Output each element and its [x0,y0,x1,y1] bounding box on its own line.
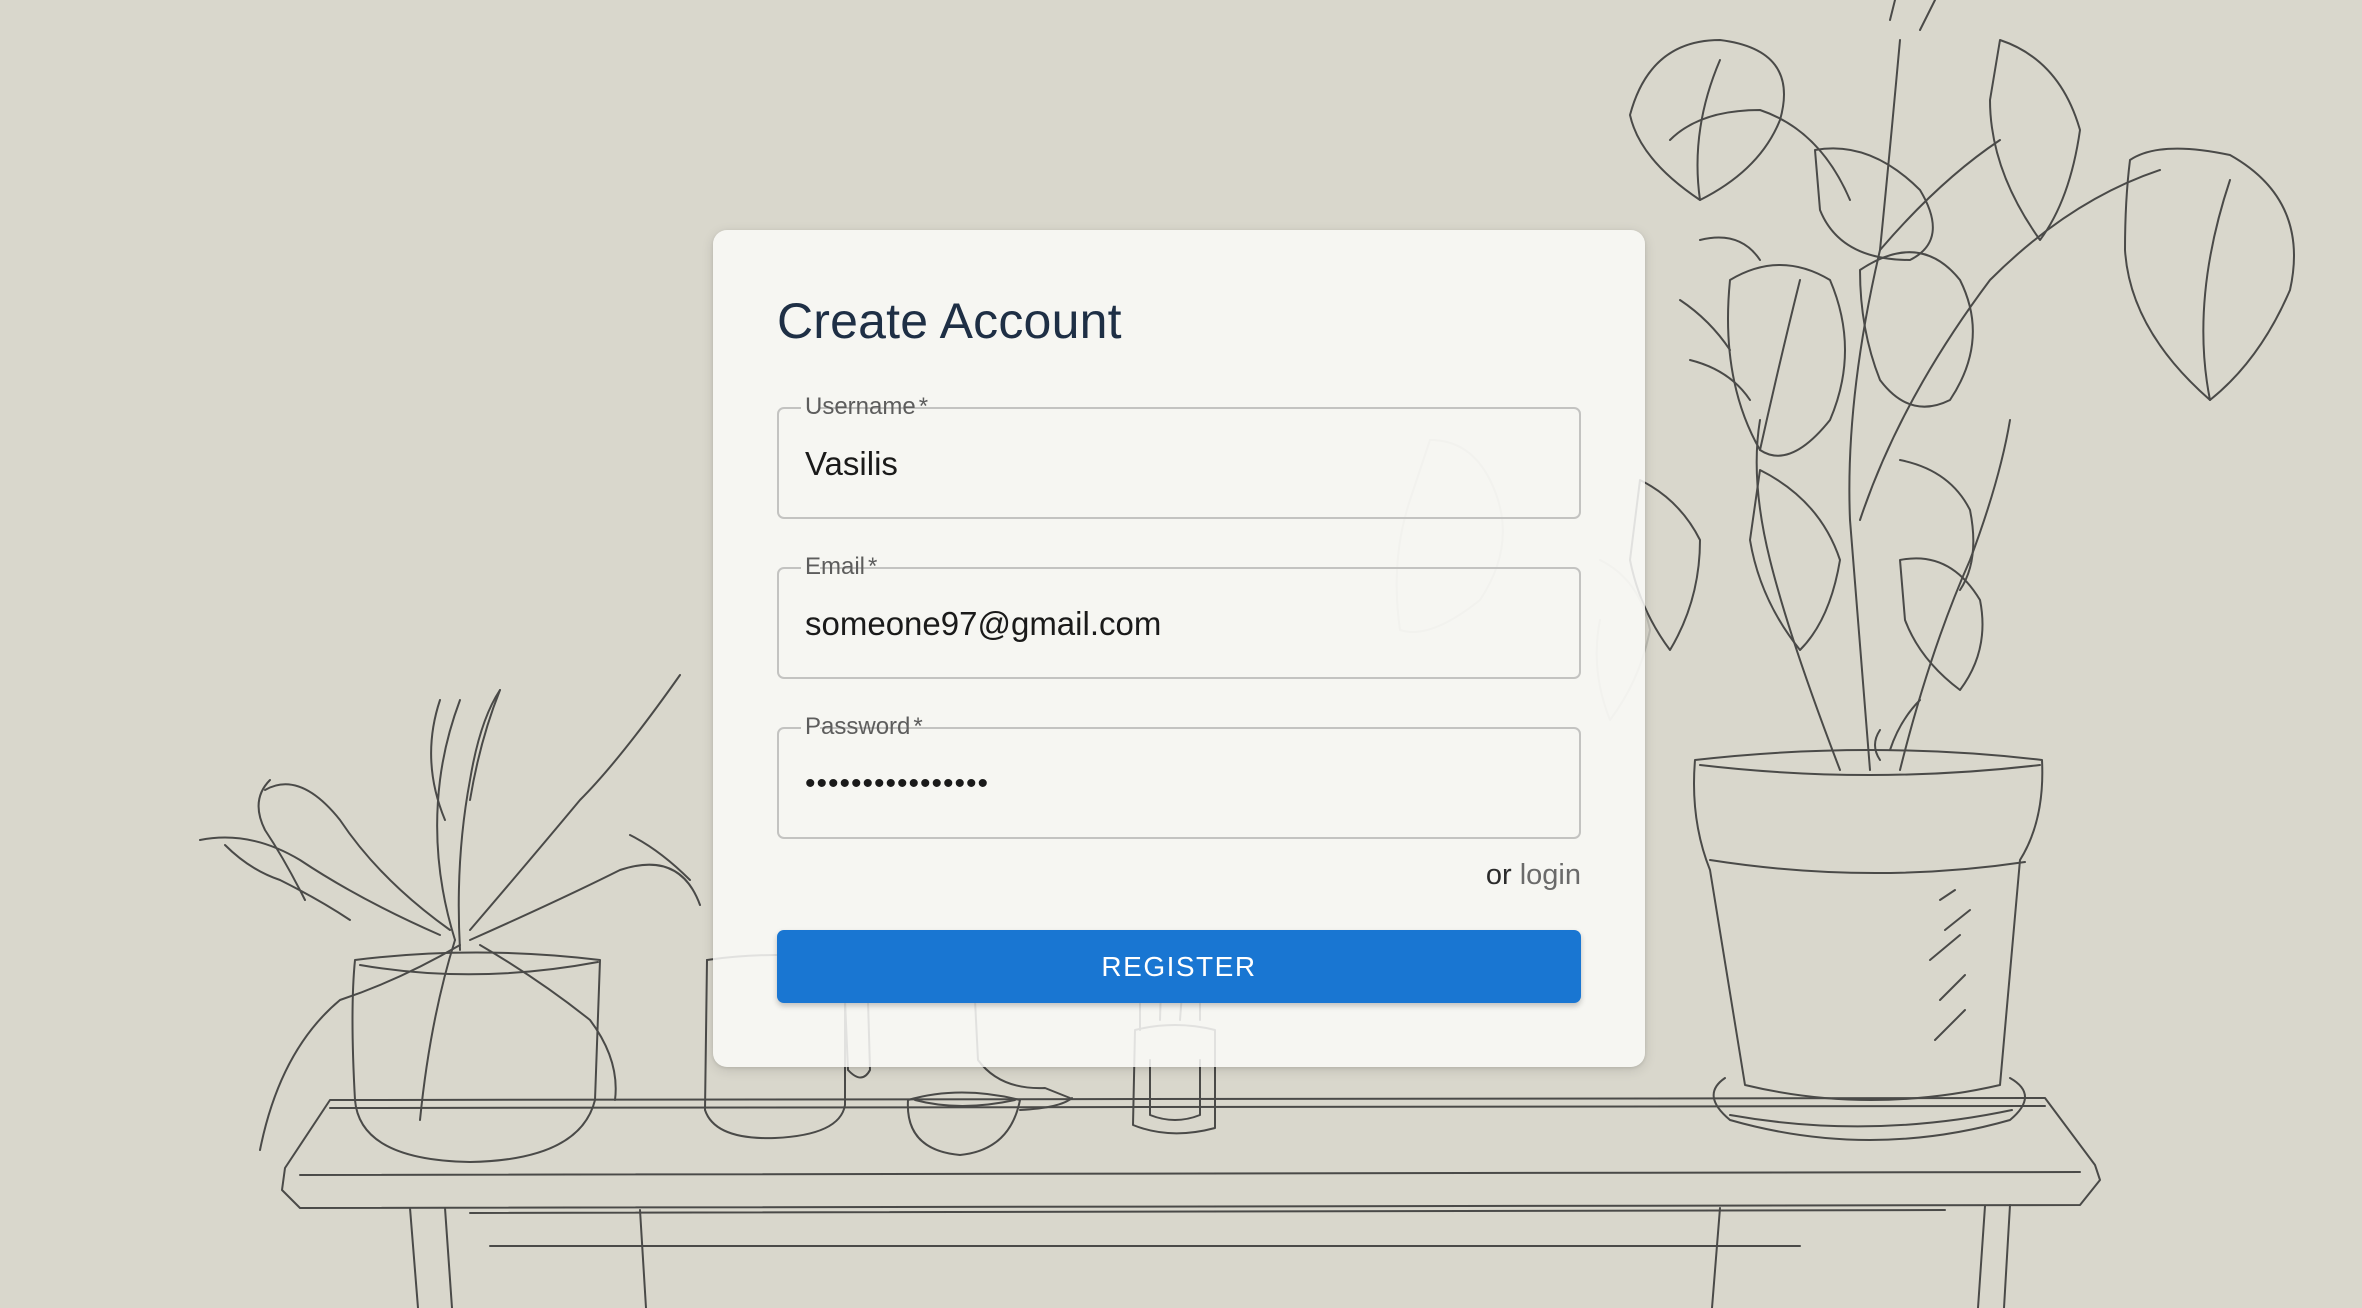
email-input[interactable] [805,593,1545,655]
username-input[interactable] [805,433,1545,495]
password-field[interactable]: Password * [777,714,1581,839]
left-plant-drawing [199,674,701,1163]
table-drawing [281,1097,2101,1308]
right-plant-drawing [1629,0,2295,1141]
login-prefix: or [1485,859,1512,891]
password-input[interactable] [805,753,1545,815]
page-background: Create Account Username* Email* Password… [0,0,2362,1308]
register-card: Create Account Username* Email* Password… [713,230,1645,1067]
username-field[interactable]: Username * [777,394,1581,519]
login-link[interactable]: login [1520,859,1581,891]
login-prompt: or login [1486,859,1581,892]
register-button[interactable]: REGISTER [777,930,1581,1003]
email-label: Email * [805,553,878,580]
password-label: Password * [805,713,923,740]
username-label: Username * [805,393,929,420]
form-title: Create Account [777,293,1122,349]
email-field[interactable]: Email * [777,554,1581,679]
